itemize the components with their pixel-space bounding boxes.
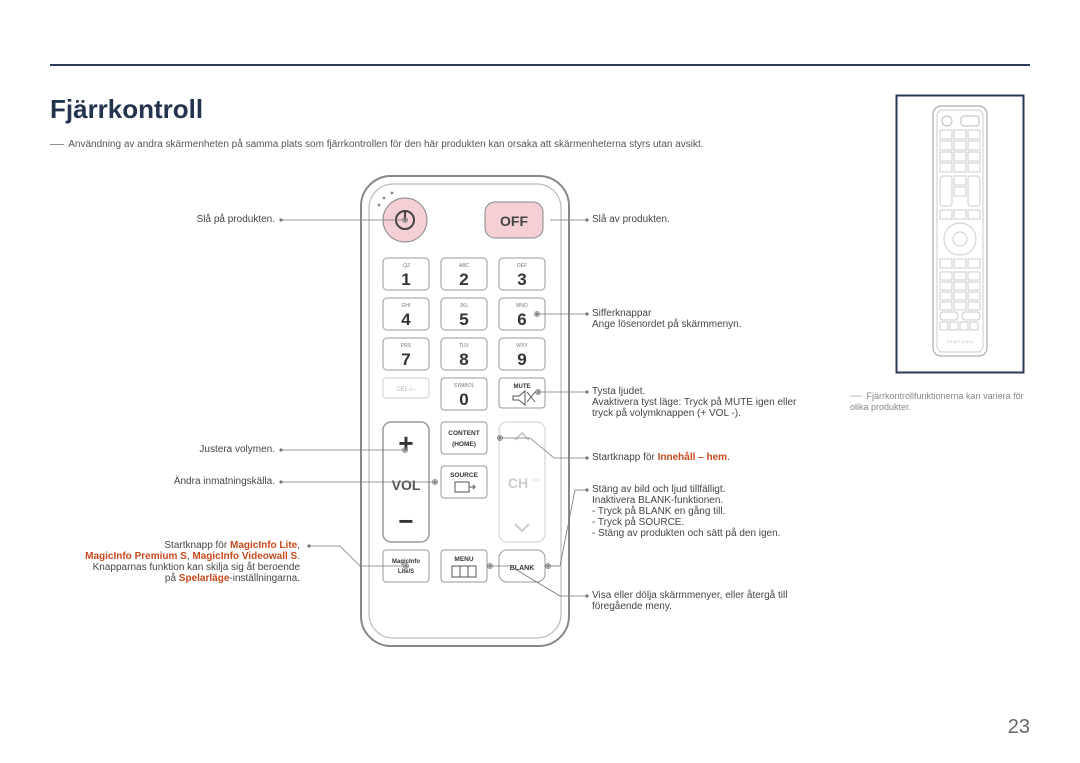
- label-power-off: Slå av produkten.: [592, 214, 872, 225]
- label-content-home: Startknapp för Innehåll – hem.: [592, 452, 872, 463]
- label-volume: Justera volymen.: [0, 444, 275, 455]
- label-numbers: Sifferknappar Ange lösenordet på skärmme…: [592, 308, 872, 330]
- page-number: 23: [1008, 716, 1030, 739]
- label-power-on: Slå på produkten.: [0, 214, 275, 225]
- label-source: Ändra inmatningskälla.: [0, 476, 275, 487]
- label-magicinfo: Startknapp för MagicInfo Lite, MagicInfo…: [0, 540, 300, 584]
- callout-overlay: [0, 0, 1080, 763]
- dash-icon: ―: [850, 388, 862, 402]
- label-mute: Tysta ljudet. Avaktivera tyst läge: Tryc…: [592, 386, 872, 419]
- side-note: ― Fjärrkontrollfunktionerna kan variera …: [850, 388, 1030, 412]
- label-menu: Visa eller dölja skärmmenyer, eller åter…: [592, 590, 872, 612]
- label-blank: Stäng av bild och ljud tillfälligt. Inak…: [592, 484, 872, 539]
